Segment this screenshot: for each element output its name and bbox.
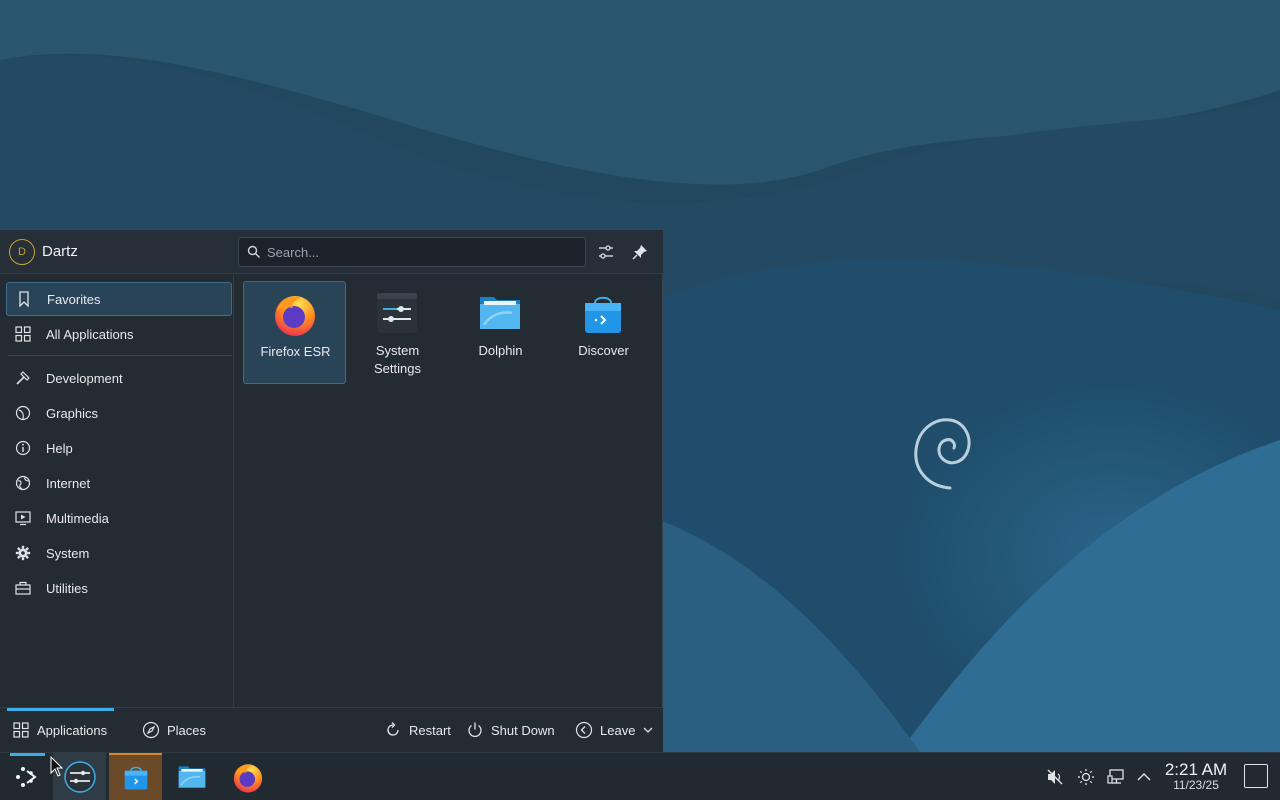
favorites-grid: Firefox ESR System Settings Dolphin Disc… [235, 275, 662, 707]
chevron-down-icon [643, 726, 653, 734]
sidebar-item-utilities[interactable]: Utilities [6, 571, 232, 605]
application-launcher-button[interactable] [0, 753, 53, 800]
sidebar-item-development[interactable]: Development [6, 361, 232, 395]
sidebar-item-favorites[interactable]: Favorites [6, 282, 232, 316]
show-desktop-button[interactable] [1244, 764, 1268, 788]
app-label: Firefox ESR [260, 344, 331, 359]
pin-icon [632, 245, 647, 260]
app-label: Discover [578, 343, 629, 358]
sidebar-item-label: Help [46, 440, 73, 456]
clock-date[interactable]: 11/23/25 [1160, 778, 1232, 792]
dolphin-folder-icon [178, 766, 205, 788]
restart-label: Restart [409, 722, 451, 738]
brightness-icon [1078, 769, 1094, 785]
app-label: System Settings [374, 343, 421, 376]
sidebar-item-label: Favorites [47, 291, 101, 307]
sidebar-item-label: System [46, 545, 90, 561]
sidebar-item-label: Utilities [46, 580, 88, 596]
system-settings-icon [377, 293, 417, 333]
leave-icon [575, 721, 593, 739]
leave-button[interactable]: Leave [575, 708, 653, 752]
restart-button[interactable]: Restart [384, 708, 451, 752]
app-tile-dolphin[interactable]: Dolphin [449, 281, 552, 384]
sidebar-item-internet[interactable]: Internet [6, 466, 232, 500]
network-icon [1107, 769, 1124, 784]
app-tile-system-settings[interactable]: System Settings [346, 281, 449, 384]
category-sidebar: Favorites All Applications Development G… [0, 275, 234, 707]
leave-label: Leave [600, 722, 636, 738]
sidebar-item-all-applications[interactable]: All Applications [6, 317, 232, 351]
power-icon [466, 721, 484, 739]
user-name: Dartz [42, 243, 78, 260]
app-tile-firefox[interactable]: Firefox ESR [243, 281, 346, 384]
graphics-icon [14, 404, 32, 422]
clock-time[interactable]: 2:21 AM [1160, 760, 1232, 780]
launcher-footer: Applications Places Restart Shut Down Le… [0, 707, 663, 752]
tab-applications[interactable]: Applications [7, 708, 114, 752]
shutdown-button[interactable]: Shut Down [466, 708, 555, 752]
bookmark-icon [15, 290, 33, 308]
launcher-header: D Dartz [0, 230, 663, 274]
toolbox-icon [14, 579, 32, 597]
sidebar-divider [8, 355, 232, 356]
hammer-icon [14, 369, 32, 387]
restart-icon [384, 721, 402, 739]
dolphin-folder-icon [480, 297, 520, 329]
firefox-icon [233, 764, 262, 793]
volume-button[interactable] [1045, 767, 1065, 787]
firefox-icon [275, 296, 315, 336]
expand-tray-button[interactable] [1134, 767, 1154, 787]
search-input[interactable] [267, 242, 577, 262]
sidebar-item-graphics[interactable]: Graphics [6, 396, 232, 430]
globe-icon [14, 474, 32, 492]
taskbar-discover[interactable] [109, 753, 162, 800]
sidebar-item-label: Development [46, 370, 123, 386]
tab-label: Applications [37, 722, 108, 738]
sidebar-item-label: Internet [46, 475, 91, 491]
mouse-cursor-icon [50, 756, 64, 777]
discover-bag-icon [124, 766, 147, 790]
configure-icon [599, 245, 613, 259]
sidebar-item-help[interactable]: Help [6, 431, 232, 465]
kde-launcher-icon [15, 767, 37, 787]
sidebar-item-label: All Applications [46, 326, 134, 342]
search-box[interactable] [238, 237, 586, 267]
sidebar-item-label: Multimedia [46, 510, 109, 526]
grid-icon [14, 325, 32, 343]
grid-icon [12, 721, 30, 739]
tab-places[interactable]: Places [142, 708, 206, 752]
brightness-button[interactable] [1076, 767, 1096, 787]
user-avatar[interactable]: D [9, 239, 35, 265]
sidebar-item-multimedia[interactable]: Multimedia [6, 501, 232, 535]
gear-icon [14, 544, 32, 562]
network-button[interactable] [1106, 767, 1126, 787]
pin-button[interactable] [629, 241, 651, 263]
sidebar-item-system[interactable]: System [6, 536, 232, 570]
tab-label: Places [167, 722, 207, 738]
search-icon [247, 245, 260, 258]
app-tile-discover[interactable]: Discover [552, 281, 655, 384]
taskbar-dolphin[interactable] [165, 753, 218, 800]
taskbar [0, 752, 1280, 800]
discover-bag-icon [585, 296, 621, 333]
application-launcher-menu: D Dartz Search... Favorites All Applicat… [0, 229, 663, 752]
sidebar-item-label: Graphics [46, 405, 99, 421]
taskbar-firefox[interactable] [221, 753, 274, 800]
expand-tray-icon [1137, 773, 1151, 781]
shutdown-label: Shut Down [491, 722, 555, 738]
info-icon [14, 439, 32, 457]
app-label: Dolphin [478, 343, 523, 358]
configure-button[interactable] [595, 241, 617, 263]
system-settings-icon [63, 761, 96, 793]
debian-swirl-logo [914, 418, 971, 490]
volume-muted-icon [1047, 769, 1063, 785]
monitor-play-icon [14, 509, 32, 527]
compass-icon [142, 721, 160, 739]
